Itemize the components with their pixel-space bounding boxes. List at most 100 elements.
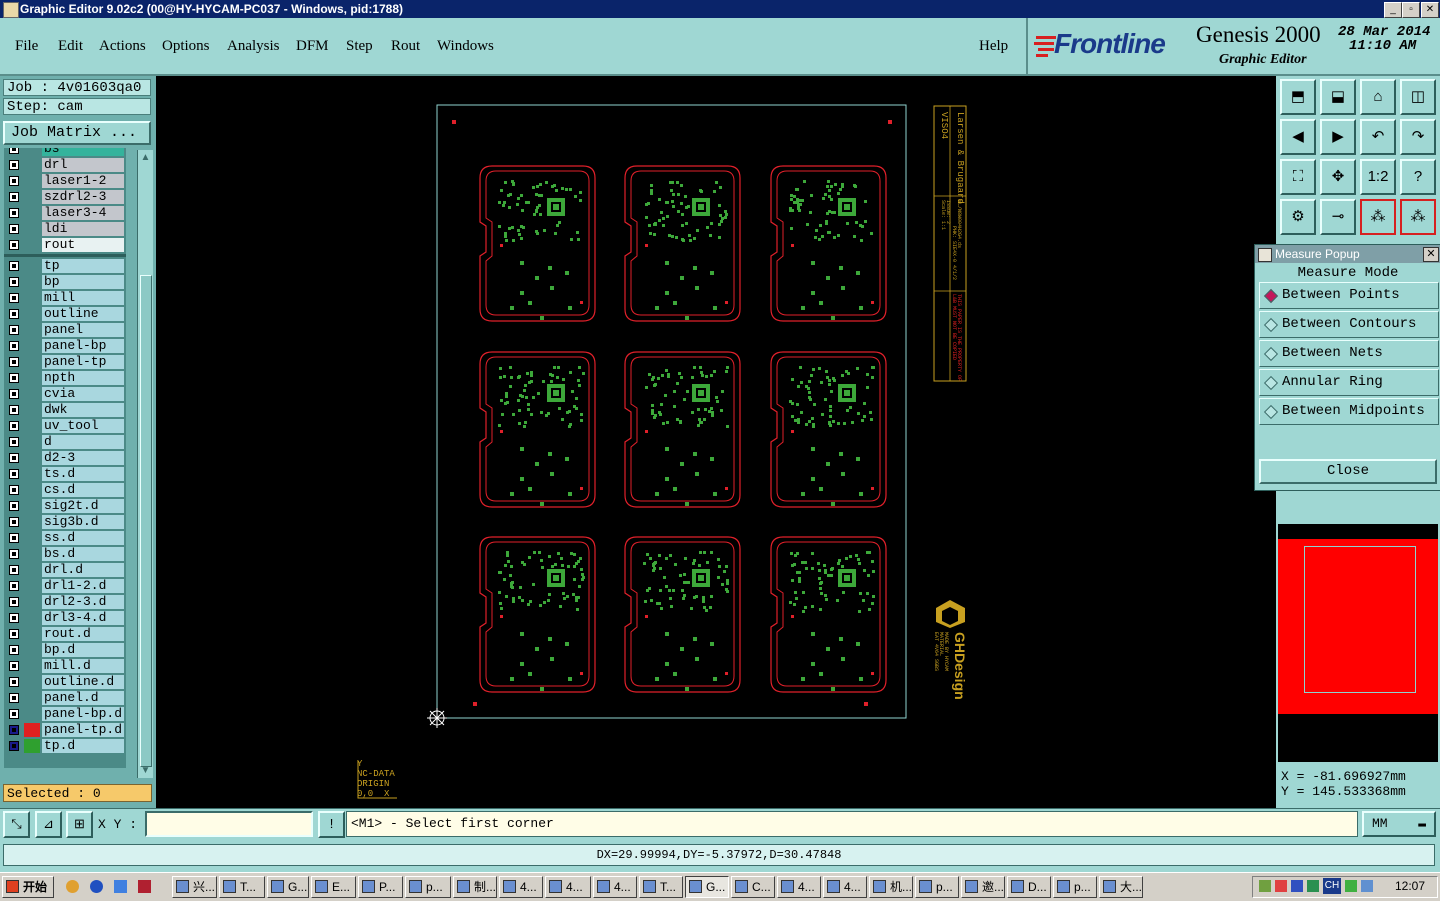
layer-scrollbar[interactable]: ▲ ▼ xyxy=(137,150,153,778)
radio-diamond-icon[interactable] xyxy=(1263,404,1279,420)
layer-name[interactable]: npth xyxy=(42,371,124,385)
layer-name[interactable]: laser3-4 xyxy=(42,206,124,220)
fit-view-icon[interactable]: ⛶ xyxy=(1280,159,1316,195)
layer-row[interactable]: drl2-3.d xyxy=(4,595,126,610)
layer-row[interactable]: ss.d xyxy=(4,531,126,546)
net-red-icon[interactable]: ⁂ xyxy=(1360,199,1396,235)
layer-checkbox[interactable] xyxy=(9,261,19,271)
taskbar-button[interactable]: 兴... xyxy=(172,876,217,898)
menu-rout[interactable]: Rout xyxy=(391,38,420,55)
popup-close-icon[interactable]: ✕ xyxy=(1423,247,1439,262)
layer-row[interactable]: drl.d xyxy=(4,563,126,578)
tools-icon[interactable]: ⚙ xyxy=(1280,199,1316,235)
layer-checkbox[interactable] xyxy=(9,597,19,607)
layer-row[interactable]: panel-bp xyxy=(4,339,126,354)
layer-checkbox[interactable] xyxy=(9,725,19,735)
taskbar-button[interactable]: p... xyxy=(915,876,959,898)
layer-row[interactable]: sig2t.d xyxy=(4,499,126,514)
layer-color-swatch[interactable] xyxy=(24,739,40,753)
quicklaunch-icon[interactable] xyxy=(138,880,151,893)
layer-name[interactable]: outline xyxy=(42,307,124,321)
layer-checkbox[interactable] xyxy=(9,192,19,202)
layer-checkbox[interactable] xyxy=(9,176,19,186)
layer-row[interactable]: uv_tool xyxy=(4,419,126,434)
tray-icon[interactable] xyxy=(1307,880,1319,892)
layer-name[interactable]: panel-tp.d xyxy=(42,723,124,737)
radio-diamond-icon[interactable] xyxy=(1263,346,1279,362)
layer-row[interactable]: szdrl2-3 xyxy=(4,190,126,205)
layer-checkbox[interactable] xyxy=(9,645,19,655)
layer-checkbox[interactable] xyxy=(9,405,19,415)
taskbar-button[interactable]: 机... xyxy=(869,876,913,898)
layer-checkbox[interactable] xyxy=(9,148,19,154)
layer-checkbox[interactable] xyxy=(9,421,19,431)
layer-checkbox[interactable] xyxy=(9,517,19,527)
layer-checkbox[interactable] xyxy=(9,240,19,250)
layer-checkbox[interactable] xyxy=(9,677,19,687)
undo-icon[interactable]: ↶ xyxy=(1360,119,1396,155)
back-icon[interactable]: ◀ xyxy=(1280,119,1316,155)
layer-row[interactable]: bp xyxy=(4,275,126,290)
home-icon[interactable]: ⌂ xyxy=(1360,79,1396,115)
layer-checkbox[interactable] xyxy=(9,501,19,511)
layer-name[interactable]: d xyxy=(42,435,124,449)
tray-icon[interactable] xyxy=(1259,880,1271,892)
measure-option[interactable]: Between Nets xyxy=(1259,340,1439,367)
layer-row[interactable]: panel-tp.d xyxy=(4,723,126,738)
layer-name[interactable]: bs xyxy=(42,148,124,156)
taskbar-button[interactable]: 4... xyxy=(823,876,867,898)
layer-row[interactable]: ts.d xyxy=(4,467,126,482)
layer-row[interactable]: sig3b.d xyxy=(4,515,126,530)
layer-row[interactable]: d xyxy=(4,435,126,450)
zoom-window-icon[interactable]: ⤡ xyxy=(3,811,30,838)
quicklaunch-icon[interactable] xyxy=(114,880,127,893)
layer-checkbox[interactable] xyxy=(9,565,19,575)
xy-input[interactable] xyxy=(145,811,313,837)
layer-checkbox[interactable] xyxy=(9,709,19,719)
layer-name[interactable]: dwk xyxy=(42,403,124,417)
menu-step[interactable]: Step xyxy=(346,38,373,55)
taskbar-button[interactable]: E... xyxy=(311,876,356,898)
layer-name[interactable]: drl.d xyxy=(42,563,124,577)
layer-checkbox[interactable] xyxy=(9,341,19,351)
layer-row[interactable]: drl3-4.d xyxy=(4,611,126,626)
layer-checkbox[interactable] xyxy=(9,224,19,234)
radio-diamond-icon[interactable] xyxy=(1263,288,1279,304)
forward-icon[interactable]: ▶ xyxy=(1320,119,1356,155)
layer-row[interactable]: laser3-4 xyxy=(4,206,126,221)
taskbar-button[interactable]: 4... xyxy=(499,876,543,898)
measure-option[interactable]: Between Points xyxy=(1259,282,1439,309)
layer-checkbox[interactable] xyxy=(9,613,19,623)
taskbar-button[interactable]: 4... xyxy=(593,876,637,898)
layer-row[interactable]: mill.d xyxy=(4,659,126,674)
layer-name[interactable]: rout.d xyxy=(42,627,124,641)
layer-name[interactable]: panel.d xyxy=(42,691,124,705)
layer-checkbox[interactable] xyxy=(9,661,19,671)
redo-icon[interactable]: ↷ xyxy=(1400,119,1436,155)
taskbar-button[interactable]: G... xyxy=(685,876,729,898)
job-matrix-button[interactable]: Job Matrix ... xyxy=(3,121,151,145)
taskbar-button[interactable]: 邀... xyxy=(961,876,1005,898)
menu-options[interactable]: Options xyxy=(162,38,210,55)
layer-row[interactable]: npth xyxy=(4,371,126,386)
radio-diamond-icon[interactable] xyxy=(1263,317,1279,333)
layer-row[interactable]: tp.d xyxy=(4,739,126,754)
graphic-canvas[interactable]: VISO4 Larsen & Brugaard NL/N8W004H2G4.ds PH… xyxy=(157,76,1275,808)
layer-checkbox[interactable] xyxy=(9,741,19,751)
scroll-up-icon[interactable]: ▲ xyxy=(139,151,152,164)
menu-windows[interactable]: Windows xyxy=(437,38,494,55)
taskbar-button[interactable]: 4... xyxy=(777,876,821,898)
tray-icon[interactable] xyxy=(1275,880,1287,892)
layer-name[interactable]: ss.d xyxy=(42,531,124,545)
zoom-icon[interactable]: ✥ xyxy=(1320,159,1356,195)
unit-select[interactable]: MM ▬ xyxy=(1362,811,1436,837)
grid-snap-icon[interactable]: ⊞ xyxy=(66,811,93,838)
layer-name[interactable]: drl xyxy=(42,158,124,172)
layer-checkbox[interactable] xyxy=(9,469,19,479)
layer-row[interactable]: panel xyxy=(4,323,126,338)
restore-button[interactable]: ▫ xyxy=(1402,2,1420,18)
open-job-icon[interactable]: ⬒ xyxy=(1280,79,1316,115)
layer-checkbox[interactable] xyxy=(9,373,19,383)
layer-color-swatch[interactable] xyxy=(24,723,40,737)
layer-row[interactable]: panel.d xyxy=(4,691,126,706)
